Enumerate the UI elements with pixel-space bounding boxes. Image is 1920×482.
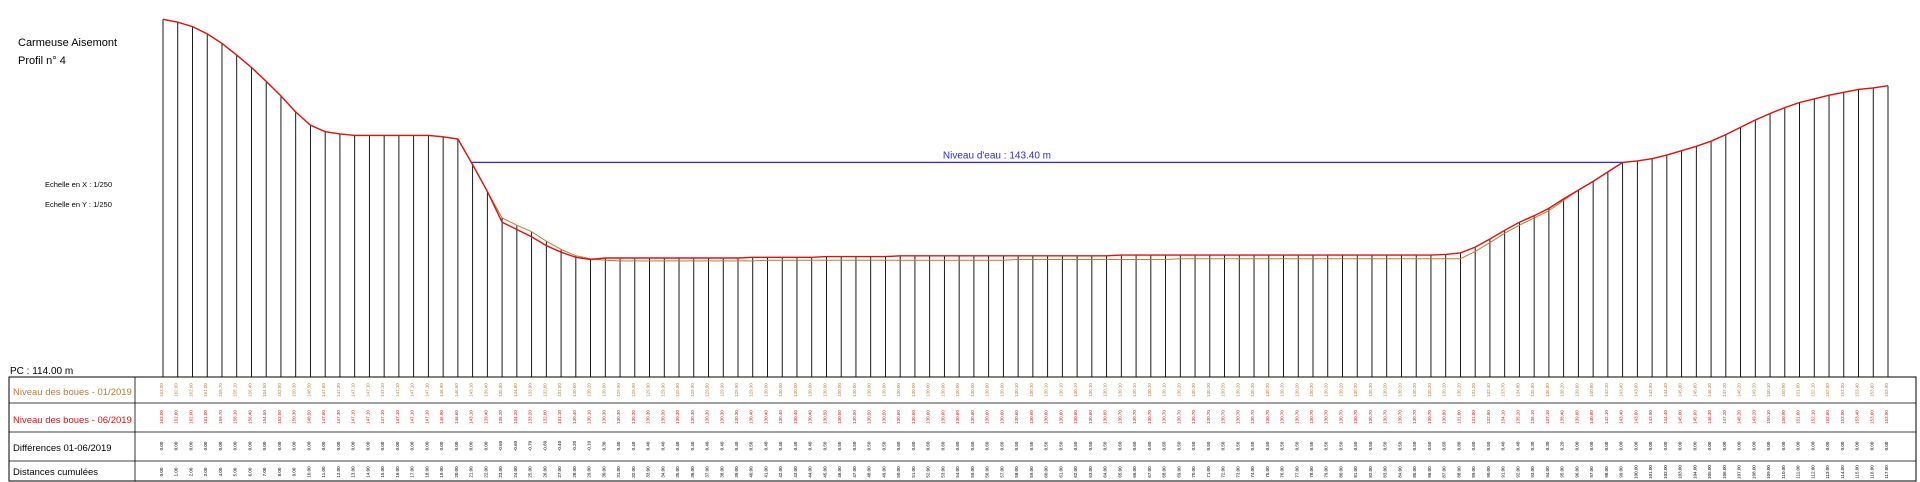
station-verticals	[162, 19, 1889, 377]
profile-number: Profil n° 4	[18, 55, 66, 67]
scale-x: Echelle en X : 1/250	[45, 180, 113, 189]
scale-y: Echelle en Y : 1/250	[45, 200, 112, 209]
row-label-distances: Distances cumulées	[13, 467, 99, 478]
row-label-boues-01: Niveau des boues - 01/2019	[13, 387, 132, 398]
data-table: Niveau des boues - 01/2019 Niveau des bo…	[9, 377, 1916, 482]
water-level-label: Niveau d'eau : 143.40 m	[943, 150, 1051, 161]
boues-2019-01-line	[162, 18, 1889, 262]
row-label-boues-06: Niveau des boues - 06/2019	[13, 415, 132, 426]
site-name: Carmeuse Aisemont	[18, 37, 118, 49]
reference-plane-label: PC : 114.00 m	[10, 366, 74, 377]
boues-2019-06-line	[162, 18, 1889, 261]
row-label-differences: Différences 01-06/2019	[13, 443, 112, 454]
